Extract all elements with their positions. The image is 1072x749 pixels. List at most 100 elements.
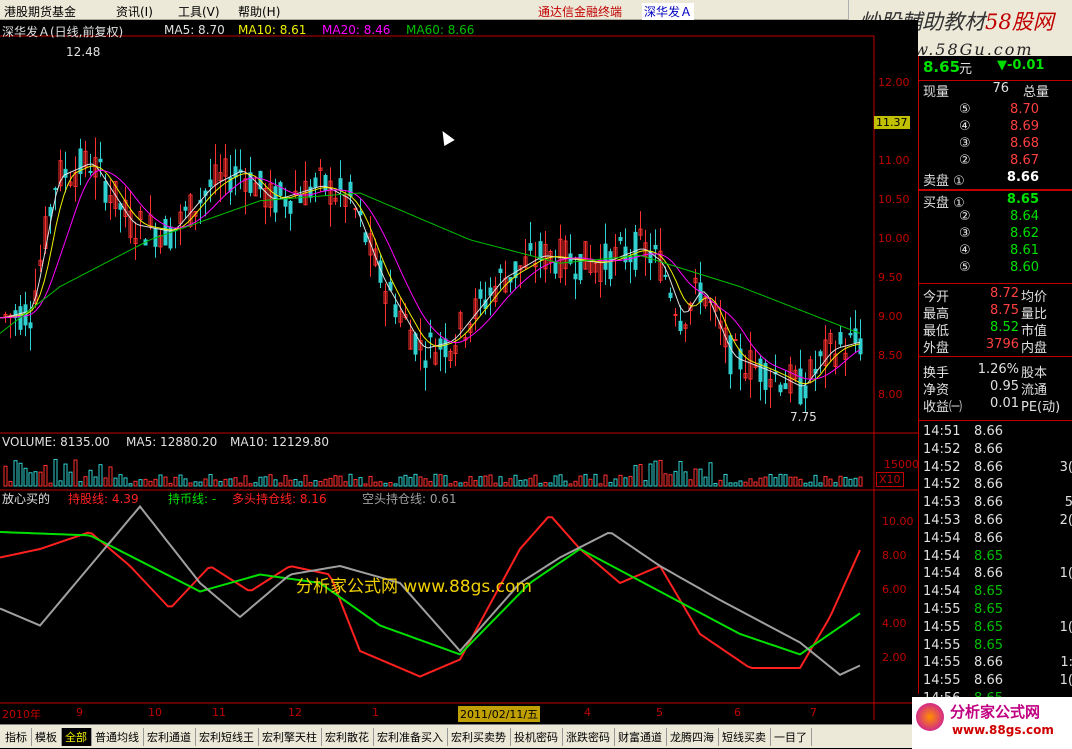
- volume-ma5-label: MA5: 12880.20: [126, 435, 218, 449]
- tick-price: 8.66: [974, 459, 1003, 475]
- tick-price: 8.66: [974, 441, 1003, 457]
- candle-body: [323, 174, 328, 192]
- stat2-row: 净资 0.95 流通: [919, 379, 1072, 398]
- volume-bar: [798, 478, 803, 487]
- volume-bar: [443, 475, 448, 487]
- price-axis-tick: 11.00: [878, 154, 910, 167]
- menu-item-2[interactable]: 工具(V): [178, 3, 220, 20]
- indicator-axis-tick: 8.00: [882, 549, 907, 562]
- volume-bar: [813, 474, 818, 487]
- buy-level-label: ③: [959, 226, 971, 241]
- stat-row: 最低 8.52 市值: [919, 320, 1072, 339]
- buy-level-price: 8.65: [1006, 192, 1039, 207]
- volume-bar: [108, 466, 113, 487]
- volume-label: VOLUME: 8135.00: [2, 435, 110, 449]
- menu-item-0[interactable]: 港股期货基金: [4, 3, 76, 20]
- indicator-tab[interactable]: 投机密码: [511, 728, 563, 746]
- volume-bar: [768, 474, 773, 487]
- volume-bar: [23, 467, 28, 487]
- candle-body: [818, 351, 823, 357]
- volume-bar: [858, 476, 863, 487]
- sell-level-price: 8.69: [1010, 119, 1039, 134]
- stat-row: 今开 8.72 均价: [919, 286, 1072, 305]
- indicator-tab[interactable]: 普通均线: [92, 728, 144, 746]
- volume-bar: [263, 476, 268, 487]
- tick-price: 8.66: [974, 530, 1003, 546]
- buy-level-price: 8.60: [1010, 260, 1039, 275]
- candle-body: [443, 338, 448, 358]
- chart-canvas[interactable]: [0, 20, 918, 725]
- indicator-tab[interactable]: 宏利短线王: [196, 728, 259, 746]
- buy-level-row: ② 8.64: [919, 209, 1072, 226]
- buy-level-label: ④: [959, 243, 971, 258]
- sell-level-row: ⑤ 8.70: [919, 102, 1072, 119]
- volume-bar: [383, 482, 388, 487]
- time-axis-tick: 2010年: [2, 708, 41, 721]
- menu-item-3[interactable]: 帮助(H): [238, 3, 280, 20]
- indicator-tab[interactable]: 龙腾四海: [667, 728, 719, 746]
- candle-body: [28, 322, 33, 329]
- ma60-label: MA60: 8.66: [406, 23, 475, 37]
- buy-level-row: ③ 8.62: [919, 226, 1072, 243]
- indicator-tab[interactable]: 宏利通道: [144, 728, 196, 746]
- indicator-tab[interactable]: 指标: [2, 728, 32, 746]
- tick-row: 14:54 8.65: [919, 549, 1072, 566]
- price-axis-tick: 8.50: [878, 349, 903, 362]
- volume-bar: [303, 474, 308, 487]
- tick-price: 8.66: [974, 495, 1003, 511]
- volume-bar: [293, 479, 298, 487]
- indicator-tab[interactable]: 模板: [32, 728, 62, 746]
- stat-row: 外盘 3796 内盘: [919, 337, 1072, 356]
- indicator-tab[interactable]: 宏利买卖势: [448, 728, 511, 746]
- indicator-tab[interactable]: 短线买卖: [719, 728, 771, 746]
- volume-bar: [653, 460, 658, 487]
- stat-value: 3796: [985, 337, 1019, 352]
- stats-divider: [919, 283, 1072, 284]
- indicator-axis-tick: 10.00: [882, 515, 914, 528]
- volume-bar: [533, 474, 538, 487]
- kline-chart-area[interactable]: 深华发Ａ(日线,前复权) MA5: 8.70 MA10: 8.61 MA20: …: [0, 20, 919, 725]
- volume-bar: [93, 476, 98, 487]
- volume-bar: [68, 471, 73, 487]
- indicator-tab[interactable]: 宏利散花: [322, 728, 374, 746]
- menu-item-1[interactable]: 资讯(I): [116, 3, 153, 20]
- volume-bar: [563, 480, 568, 487]
- tick-row: 14:51 8.66: [919, 424, 1072, 441]
- volume-bar: [483, 475, 488, 487]
- tick-row: 14:54 8.65: [919, 584, 1072, 601]
- stat-row: 最高 8.75 量比: [919, 303, 1072, 322]
- volume-bar: [453, 481, 458, 487]
- volume-bar: [823, 475, 828, 487]
- volume-bar: [348, 473, 353, 487]
- tick-volume: 1(: [1059, 619, 1072, 635]
- candle-body: [663, 274, 668, 277]
- indicator-tab[interactable]: 宏利擎天柱: [259, 728, 322, 746]
- candle-body: [803, 385, 808, 399]
- candle-body: [653, 244, 658, 250]
- tick-price: 8.66: [974, 673, 1003, 689]
- volume-bar: [288, 479, 293, 487]
- volume-bar: [113, 477, 118, 487]
- tick-time: 14:53: [923, 513, 961, 528]
- buy-level-row: ⑤ 8.60: [919, 260, 1072, 277]
- indicator-line-1: 持股线: 4.39: [68, 492, 139, 506]
- volume-ma10-label: MA10: 12129.80: [230, 435, 329, 449]
- stat2-label: 收益㈠: [923, 400, 963, 415]
- indicator-tab[interactable]: 宏利准备买入: [374, 728, 448, 746]
- tick-price: 8.66: [974, 424, 1003, 439]
- tick-volume: 5: [1064, 495, 1072, 511]
- volume-bar: [503, 482, 508, 487]
- indicator-tab[interactable]: 涨跌密码: [563, 728, 615, 746]
- buy-level-row: ④ 8.61: [919, 243, 1072, 260]
- volume-bar: [118, 474, 123, 487]
- indicator-axis-tick: 4.00: [882, 617, 907, 630]
- indicator-tab[interactable]: 财富通道: [615, 728, 667, 746]
- indicator-tab[interactable]: 一目了: [771, 728, 812, 746]
- volume-bar: [138, 479, 143, 487]
- indicator-tab[interactable]: 全部: [62, 728, 92, 746]
- sell-level-price: 8.70: [1010, 102, 1039, 117]
- tick-price: 8.66: [974, 477, 1003, 493]
- tick-price: 8.66: [974, 655, 1003, 671]
- candle-body: [678, 320, 683, 331]
- volume-bar: [773, 477, 778, 487]
